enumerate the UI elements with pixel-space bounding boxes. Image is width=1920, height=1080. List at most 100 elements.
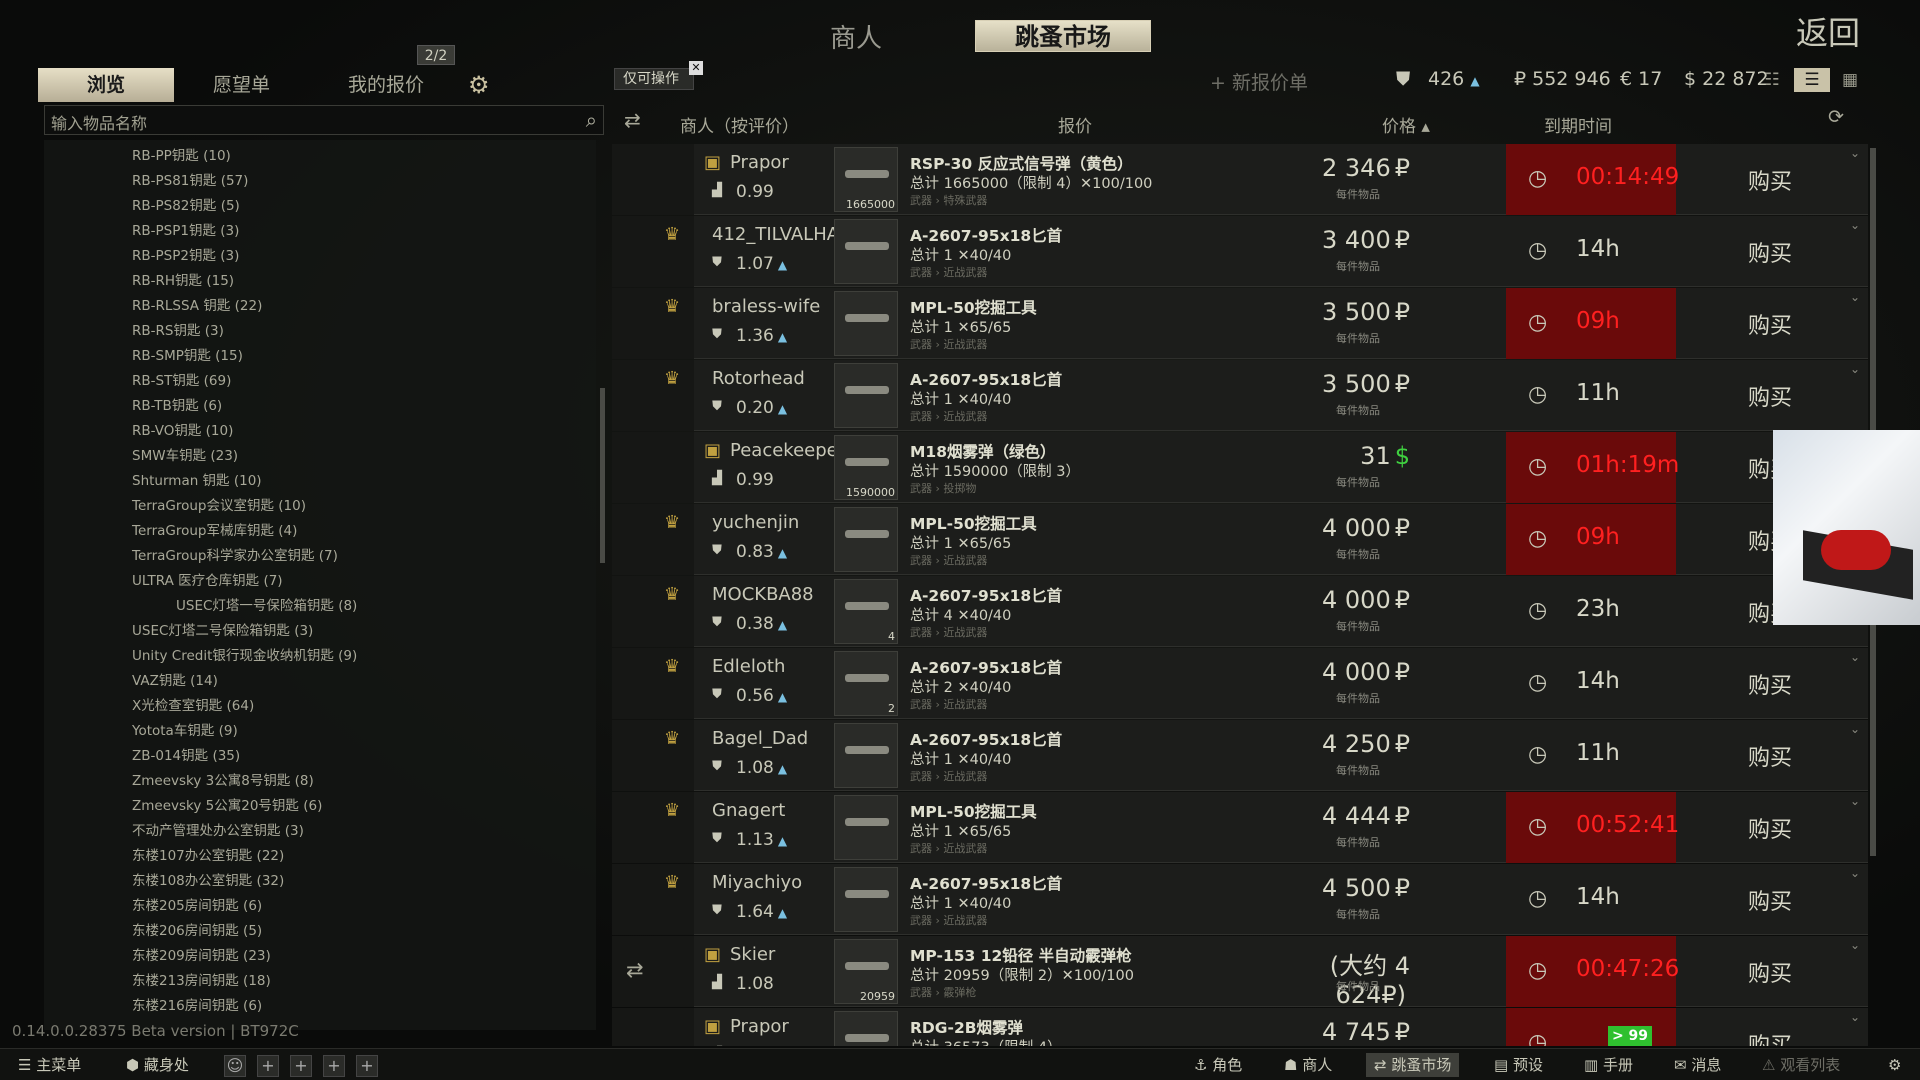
category-item[interactable]: RB-PP钥匙 (10) [132, 144, 231, 164]
seller-name[interactable]: Peacekeeper [730, 440, 845, 461]
buy-button[interactable]: 购买 [1748, 380, 1792, 412]
category-item[interactable]: VAZ钥匙 (14) [132, 669, 218, 689]
seller-name[interactable]: Rotorhead [712, 368, 805, 389]
item-thumbnail[interactable] [834, 795, 898, 860]
column-offer[interactable]: 报价 [1058, 112, 1092, 137]
search-icon[interactable]: ⌕ [586, 108, 597, 132]
category-item[interactable]: TerraGroup军械库钥匙 (4) [132, 519, 297, 539]
category-item[interactable]: X光检查室钥匙 (64) [132, 694, 254, 714]
category-item[interactable]: 东楼209房间钥匙 (23) [132, 944, 271, 964]
seller-name[interactable]: yuchenjin [712, 512, 799, 533]
category-item[interactable]: RB-VO钥匙 (10) [132, 419, 233, 439]
category-item[interactable]: RB-PSP1钥匙 (3) [132, 219, 239, 239]
hideout-button[interactable]: ⬢ 藏身处 [118, 1053, 197, 1077]
column-expires[interactable]: 到期时间 [1544, 112, 1612, 137]
offer-row[interactable]: ♛ braless-wife ⛊ 1.36 ▲ MPL-50挖掘工具 总计 1 ✕… [612, 288, 1868, 359]
offer-row[interactable]: ♛ Edleloth ⛊ 0.56 ▲ 2 A-2607-95x18匕首 总计 2… [612, 648, 1868, 719]
column-trader[interactable]: 商人（按评价） [680, 112, 799, 137]
seller-name[interactable]: Prapor [730, 1016, 789, 1037]
item-thumbnail[interactable]: 4 [834, 579, 898, 644]
profile-icon[interactable]: ☺ [224, 1055, 246, 1077]
offer-row[interactable]: ♛ Miyachiyo ⛊ 1.64 ▲ A-2607-95x18匕首 总计 1 … [612, 864, 1868, 935]
grid-view-icon[interactable]: ☷ [1760, 68, 1784, 92]
traders-tab[interactable]: 商人 [830, 18, 882, 55]
category-item[interactable]: RB-SMP钥匙 (15) [132, 344, 243, 364]
search-input[interactable]: 输入物品名称 ⌕ [44, 105, 604, 135]
chevron-down-icon[interactable]: ⌄ [1850, 290, 1860, 304]
seller-name[interactable]: Prapor [730, 152, 789, 173]
buy-button[interactable]: 购买 [1748, 668, 1792, 700]
item-thumbnail[interactable] [834, 507, 898, 572]
buy-button[interactable]: 购买 [1748, 956, 1792, 988]
settings-gear-icon[interactable]: ⚙ [1880, 1053, 1909, 1077]
flea-market-button[interactable]: ⇄ 跳蚤市场 [1366, 1053, 1460, 1077]
list-view-icon[interactable]: ☰ [1794, 68, 1830, 92]
refresh-icon[interactable]: ⟳ [1828, 106, 1844, 128]
category-item[interactable]: Zmeevsky 5公寓20号钥匙 (6) [132, 794, 322, 814]
offer-row[interactable]: ♛ Bagel_Dad ⛊ 1.08 ▲ A-2607-95x18匕首 总计 1 … [612, 720, 1868, 791]
category-item[interactable]: USEC灯塔二号保险箱钥匙 (3) [132, 619, 313, 639]
new-offer-button[interactable]: + 新报价单 [1210, 68, 1308, 95]
item-thumbnail[interactable] [834, 867, 898, 932]
main-menu-button[interactable]: ☰ 主菜单 [10, 1053, 89, 1077]
category-item[interactable]: RB-PSP2钥匙 (3) [132, 244, 239, 264]
buy-button[interactable]: 购买 [1748, 308, 1792, 340]
item-thumbnail[interactable] [834, 291, 898, 356]
seller-name[interactable]: braless-wife [712, 296, 820, 317]
category-item[interactable]: SMW车钥匙 (23) [132, 444, 238, 464]
category-item[interactable]: TerraGroup会议室钥匙 (10) [132, 494, 306, 514]
buy-button[interactable]: 购买 [1748, 1028, 1792, 1046]
item-thumbnail[interactable] [834, 723, 898, 788]
seller-name[interactable]: Skier [730, 944, 775, 965]
category-item[interactable]: Shturman 钥匙 (10) [132, 469, 262, 489]
category-item[interactable]: RB-PS82钥匙 (5) [132, 194, 240, 214]
category-item[interactable]: USEC灯塔一号保险箱钥匙 (8) [88, 594, 596, 614]
tab-wishlist[interactable]: 愿望单 [213, 68, 270, 102]
gear-icon[interactable]: ⚙ [468, 71, 490, 99]
seller-name[interactable]: Gnagert [712, 800, 785, 821]
chevron-down-icon[interactable]: ⌄ [1850, 938, 1860, 952]
category-item[interactable]: RB-ST钥匙 (69) [132, 369, 231, 389]
add-slot-1[interactable]: + [257, 1055, 279, 1077]
category-item[interactable]: TerraGroup科学家办公室钥匙 (7) [132, 544, 338, 564]
only-available-filter[interactable]: 仅可操作 ✕ [614, 61, 703, 90]
category-item[interactable]: 不动产管理处办公室钥匙 (3) [132, 819, 304, 839]
offer-row[interactable]: ▣ Peacekeeper ▟ 0.99 1590000 M18烟雾弹（绿色） … [612, 432, 1868, 503]
category-item[interactable]: 东楼206房间钥匙 (5) [132, 919, 262, 939]
tab-my-offers[interactable]: 我的报价 [348, 68, 424, 102]
back-button[interactable]: 返回 [1796, 8, 1860, 54]
watchlist-button[interactable]: ⚠ 观看列表 [1754, 1053, 1848, 1077]
category-item[interactable]: Yotota车钥匙 (9) [132, 719, 238, 739]
buy-button[interactable]: 购买 [1748, 812, 1792, 844]
chevron-down-icon[interactable]: ⌄ [1850, 794, 1860, 808]
chevron-down-icon[interactable]: ⌄ [1850, 362, 1860, 376]
buy-button[interactable]: 购买 [1748, 740, 1792, 772]
chevron-down-icon[interactable]: ⌄ [1850, 722, 1860, 736]
offer-row[interactable]: ▣ Prapor ▟ 0.99 1665000 RSP-30 反应式信号弹（黄色… [612, 144, 1868, 215]
tile-view-icon[interactable]: ▦ [1838, 68, 1862, 92]
add-slot-3[interactable]: + [323, 1055, 345, 1077]
chevron-down-icon[interactable]: ⌄ [1850, 146, 1860, 160]
category-item[interactable]: RB-TB钥匙 (6) [132, 394, 222, 414]
character-button[interactable]: ⚓ 角色 [1186, 1053, 1250, 1077]
tab-browse[interactable]: 浏览 [38, 68, 174, 102]
traders-button[interactable]: ☗ 商人 [1276, 1053, 1340, 1077]
category-item[interactable]: RB-RS钥匙 (3) [132, 319, 224, 339]
close-icon[interactable]: ✕ [689, 61, 703, 75]
seller-name[interactable]: Bagel_Dad [712, 728, 808, 749]
buy-button[interactable]: 购买 [1748, 884, 1792, 916]
column-price[interactable]: 价格 ▴ [1382, 112, 1430, 137]
category-item[interactable]: 东楼205房间钥匙 (6) [132, 894, 262, 914]
sync-icon[interactable]: ⇄ [624, 108, 641, 132]
category-item[interactable]: 东楼213房间钥匙 (18) [132, 969, 271, 989]
seller-name[interactable]: Edleloth [712, 656, 785, 677]
seller-name[interactable]: Miyachiyo [712, 872, 802, 893]
add-slot-4[interactable]: + [356, 1055, 378, 1077]
buy-button[interactable]: 购买 [1748, 164, 1792, 196]
category-item[interactable]: Zmeevsky 3公寓8号钥匙 (8) [132, 769, 314, 789]
category-item[interactable]: 东楼107办公室钥匙 (22) [132, 844, 284, 864]
category-item[interactable]: ULTRA 医疗仓库钥匙 (7) [132, 569, 283, 589]
category-item[interactable]: 东楼216房间钥匙 (6) [132, 994, 262, 1014]
item-thumbnail[interactable]: 1590000 [834, 435, 898, 500]
offer-row[interactable]: ♛ Gnagert ⛊ 1.13 ▲ MPL-50挖掘工具 总计 1 ✕65/65… [612, 792, 1868, 863]
